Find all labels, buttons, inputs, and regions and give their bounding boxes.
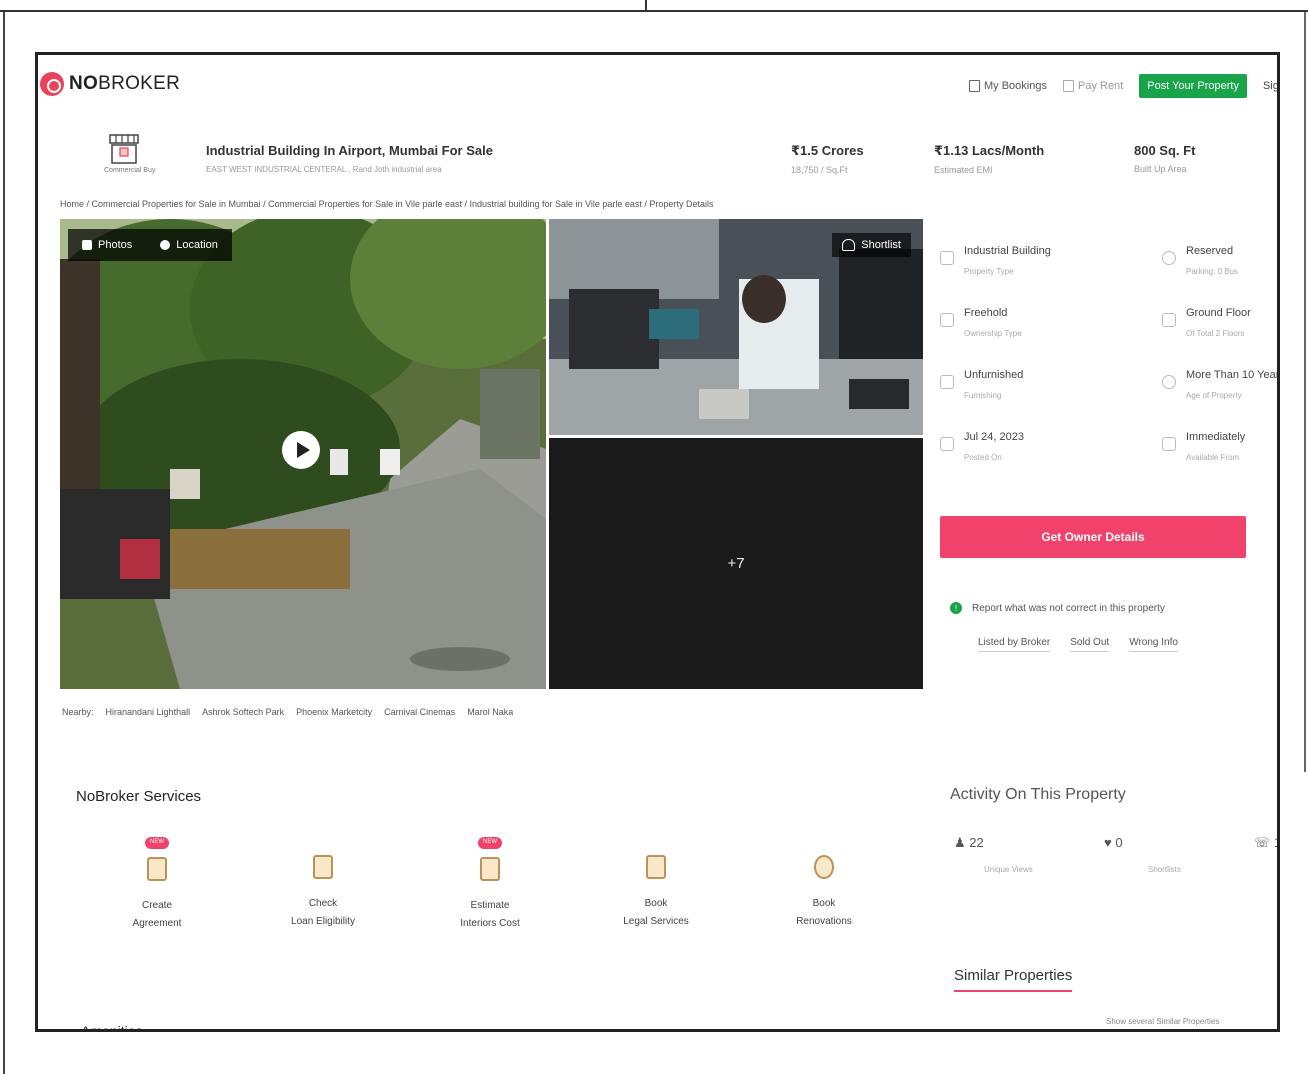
agreement-icon [147,857,167,881]
category-label: Commercial Buy [104,167,156,174]
camera-icon [82,240,92,250]
shortlist-button[interactable]: Shortlist [832,233,911,257]
property-title: Industrial Building In Airport, Mumbai F… [206,143,493,158]
more-photos-tile[interactable]: +7 [549,438,923,689]
shortlist-count: ♥ 0 Shortlists [1104,835,1181,874]
document-divider-tick [645,0,647,12]
card-icon [1062,80,1074,92]
get-owner-details-button[interactable]: Get Owner Details [940,516,1246,558]
report-sold-out[interactable]: Sold Out [1070,637,1110,652]
pay-rent-link[interactable]: Pay Rent [1062,80,1123,92]
property-header: Commercial Buy Industrial Building In Ai… [38,129,1277,191]
tab-photos[interactable]: Photos [68,229,147,261]
service-create-agreement[interactable]: NEW Create Agreement [102,830,212,933]
details-grid: Industrial Building Property Type Reserve… [940,243,1277,493]
service-legal[interactable]: Book Legal Services [601,830,711,931]
renovation-icon [814,855,834,879]
location-icon [160,240,171,250]
category-badge: Commercial Buy [104,133,156,174]
report-wrong-info[interactable]: Wrong Info [1129,637,1178,652]
play-video-icon[interactable] [282,431,320,469]
service-renovations[interactable]: Book Renovations [769,830,879,931]
clock-icon [1162,375,1176,389]
document-left-border [3,12,5,1074]
document-right-border [1304,12,1306,772]
phone-icon: ☏ [1254,835,1271,850]
new-badge: NEW [145,837,169,849]
nobroker-logo[interactable]: NOBROKER [40,72,180,96]
badge-placeholder [651,830,661,842]
info-icon: ! [950,602,962,614]
logo-text: NOBROKER [69,73,181,94]
logo-icon [40,72,64,96]
emi-label[interactable]: Estimated EMI [934,165,1044,175]
report-section: ! Report what was not correct in this pr… [950,602,1165,614]
legal-icon [646,855,666,879]
unique-views: ♟ 22 Unique Views [954,835,1033,874]
emi-value: ₹1.13 Lacs/Month [934,143,1045,158]
area-label: Built Up Area [1134,164,1187,174]
badge-placeholder [318,830,328,842]
heart-icon [842,239,856,251]
sign-up-link[interactable]: Sign [1263,80,1277,92]
nav-actions: My Bookings Pay Rent Post Your Property … [969,74,1277,98]
property-address: EAST WEST INDUSTRIAL CENTERAL , Rand Jot… [206,165,442,174]
parking-icon [1162,251,1176,265]
interiors-icon [480,857,500,881]
user-icon: ♟ [954,835,966,850]
new-badge: NEW [478,837,502,849]
calendar-check-icon [1162,437,1176,451]
tab-location[interactable]: Location [146,229,232,261]
nearby-place[interactable]: Ashrok Softech Park [202,707,284,717]
nearby-place[interactable]: Hiranandani Lighthall [106,707,191,717]
similar-properties-link[interactable]: Show several Similar Properties [1106,1017,1219,1026]
nearby-place[interactable]: Carnival Cinemas [384,707,455,717]
amenities-title: Amenities [81,1023,143,1032]
photo-tabs: Photos Location [68,229,232,261]
heart-icon: ♥ [1104,835,1112,850]
nearby-label: Nearby: [62,707,94,717]
emi-stat: ₹1.13 Lacs/Month Estimated EMI [934,143,1044,175]
document-top-border [0,0,1308,12]
calendar-icon [940,437,954,451]
price-stat: ₹1.5 Crores 18,750 / Sq.Ft [791,143,864,175]
report-options: Listed by Broker Sold Out Wrong Info [978,637,1178,652]
screenshot-frame: NOBROKER My Bookings Pay Rent Post Your … [35,52,1280,1032]
area-value: 800 Sq. Ft [1134,143,1196,158]
my-bookings-link[interactable]: My Bookings [969,80,1047,92]
services-title: NoBroker Services [76,788,202,805]
post-property-button[interactable]: Post Your Property [1139,74,1247,98]
bookings-icon [969,80,980,92]
nearby-place[interactable]: Marol Naka [467,707,513,717]
stairs-icon [1162,313,1176,327]
service-loan-eligibility[interactable]: Check Loan Eligibility [268,830,378,931]
secondary-photo[interactable]: Shortlist [549,219,923,435]
more-photos-count: +7 [727,555,745,572]
building-icon [940,251,954,265]
contact-count: ☏ 1 [1254,835,1277,851]
report-listed-by-broker[interactable]: Listed by Broker [978,637,1051,652]
loan-icon [313,855,333,879]
similar-properties-title: Similar Properties [954,967,1073,992]
badge-placeholder [819,830,829,842]
report-text: Report what was not correct in this prop… [972,602,1165,614]
commercial-building-icon [109,134,139,164]
sofa-icon [940,375,954,389]
price-per-sqft: 18,750 / Sq.Ft [791,165,848,175]
services-row: NEW Create Agreement Check Loan Eligibil… [108,830,852,960]
nearby-places: Nearby: Hiranandani Lighthall Ashrok Sof… [62,707,513,717]
nearby-place[interactable]: Phoenix Marketcity [296,707,372,717]
main-photo[interactable]: Photos Location [60,219,546,689]
activity-title: Activity On This Property [950,786,1126,803]
price-value: ₹1.5 Crores [791,143,864,158]
top-navigation: NOBROKER My Bookings Pay Rent Post Your … [38,55,1277,121]
breadcrumb[interactable]: Home / Commercial Properties for Sale in… [60,199,713,209]
area-stat: 800 Sq. Ft Built Up Area [1134,143,1195,174]
service-interiors-cost[interactable]: NEW Estimate Interiors Cost [435,830,545,933]
key-icon [940,313,954,327]
photo-gallery: Photos Location Shortlist +7 [60,219,923,689]
property-details: Industrial Building Property Type Reserve… [940,243,1277,493]
